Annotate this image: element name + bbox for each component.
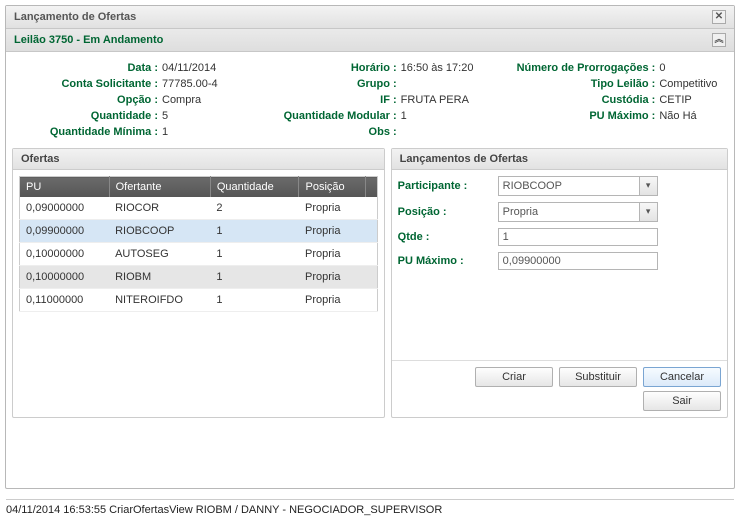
table-row[interactable]: 0,10000000AUTOSEG1Propria (20, 243, 378, 266)
cell-ofertante: AUTOSEG (109, 243, 210, 266)
col-ofertante[interactable]: Ofertante (109, 177, 210, 198)
qtd-modular-value: 1 (401, 110, 407, 122)
participante-value: RIOBCOOP (499, 178, 639, 194)
cell-qtd: 1 (210, 243, 299, 266)
col-pu[interactable]: PU (20, 177, 110, 198)
custodia-value: CETIP (659, 94, 691, 106)
window: Lançamento de Ofertas ✕ Leilão 3750 - Em… (5, 5, 735, 489)
cell-qtd: 2 (210, 197, 299, 220)
cancelar-button[interactable]: Cancelar (643, 367, 721, 387)
details-col-2: Horário :16:50 às 17:20 Grupo : IF :FRUT… (251, 60, 490, 140)
cell-pu: 0,10000000 (20, 266, 110, 289)
cell-pos: Propria (299, 289, 365, 312)
quantidade-value: 5 (162, 110, 168, 122)
subheader: Leilão 3750 - Em Andamento ︽ (6, 29, 734, 52)
cell-qtd: 1 (210, 266, 299, 289)
prorrogacoes-value: 0 (659, 62, 665, 74)
lancamentos-header: Lançamentos de Ofertas (392, 149, 727, 170)
tipo-leilao-label: Tipo Leilão : (489, 78, 659, 90)
ofertas-header: Ofertas (13, 149, 384, 170)
quantidade-label: Quantidade : (12, 110, 162, 122)
data-value: 04/11/2014 (162, 62, 216, 74)
qtd-minima-value: 1 (162, 126, 168, 138)
cell-pu: 0,10000000 (20, 243, 110, 266)
ofertas-panel: Ofertas PU Ofertante Quantidade Posição … (12, 148, 385, 418)
table-row[interactable]: 0,11000000NITEROIFDO1Propria (20, 289, 378, 312)
posicao-value: Propria (499, 204, 639, 220)
custodia-label: Custódia : (489, 94, 659, 106)
sair-button[interactable]: Sair (643, 391, 721, 411)
if-value: FRUTA PERA (401, 94, 469, 106)
table-row[interactable]: 0,10000000RIOBM1Propria (20, 266, 378, 289)
cell-ofertante: NITEROIFDO (109, 289, 210, 312)
details-col-3: Número de Prorrogações :0 Tipo Leilão :C… (489, 60, 728, 140)
col-quantidade[interactable]: Quantidade (210, 177, 299, 198)
pu-maximo-form-label: PU Máximo : (398, 255, 498, 267)
cell-ofertante: RIOBM (109, 266, 210, 289)
table-row[interactable]: 0,09000000RIOCOR2Propria (20, 197, 378, 220)
cell-pos: Propria (299, 220, 365, 243)
details-col-1: Data :04/11/2014 Conta Solicitante :7778… (12, 60, 251, 140)
button-bar: Criar Substituir Cancelar Sair (392, 360, 727, 417)
cell-qtd: 1 (210, 220, 299, 243)
qtde-label: Qtde : (398, 231, 498, 243)
substituir-button[interactable]: Substituir (559, 367, 637, 387)
cell-ofertante: RIOCOR (109, 197, 210, 220)
if-label: IF : (251, 94, 401, 106)
pu-maximo-label: PU Máximo : (489, 110, 659, 122)
statusbar: 04/11/2014 16:53:55 CriarOfertasView RIO… (6, 499, 734, 516)
cell-pos: Propria (299, 243, 365, 266)
grupo-label: Grupo : (251, 78, 401, 90)
cell-pu: 0,09000000 (20, 197, 110, 220)
conta-label: Conta Solicitante : (12, 78, 162, 90)
panels: Ofertas PU Ofertante Quantidade Posição … (6, 142, 734, 418)
obs-label: Obs : (251, 126, 401, 138)
horario-label: Horário : (251, 62, 401, 74)
participante-label: Participante : (398, 180, 498, 192)
qtde-input[interactable] (498, 228, 658, 246)
tipo-leilao-value: Competitivo (659, 78, 717, 90)
chevron-down-icon[interactable]: ▾ (639, 203, 657, 221)
col-spacer (365, 177, 377, 198)
lancamentos-body: Participante : RIOBCOOP ▾ Posição : Prop… (392, 170, 727, 360)
collapse-icon[interactable]: ︽ (712, 33, 726, 47)
cell-spacer (365, 197, 377, 220)
cell-spacer (365, 266, 377, 289)
pu-maximo-value: Não Há (659, 110, 696, 122)
data-label: Data : (12, 62, 162, 74)
opcao-label: Opção : (12, 94, 162, 106)
cell-spacer (365, 220, 377, 243)
cell-spacer (365, 243, 377, 266)
cell-qtd: 1 (210, 289, 299, 312)
qtd-modular-label: Quantidade Modular : (251, 110, 401, 122)
prorrogacoes-label: Número de Prorrogações : (489, 62, 659, 74)
close-icon[interactable]: ✕ (712, 10, 726, 24)
posicao-combo[interactable]: Propria ▾ (498, 202, 658, 222)
cell-spacer (365, 289, 377, 312)
cell-ofertante: RIOBCOOP (109, 220, 210, 243)
cell-pu: 0,11000000 (20, 289, 110, 312)
ofertas-body: PU Ofertante Quantidade Posição 0,090000… (13, 170, 384, 417)
criar-button[interactable]: Criar (475, 367, 553, 387)
ofertas-grid[interactable]: PU Ofertante Quantidade Posição 0,090000… (19, 176, 378, 312)
posicao-label: Posição : (398, 206, 498, 218)
horario-value: 16:50 às 17:20 (401, 62, 474, 74)
pu-maximo-input[interactable] (498, 252, 658, 270)
qtd-minima-label: Quantidade Mínima : (12, 126, 162, 138)
subheader-text: Leilão 3750 - Em Andamento (14, 34, 163, 46)
titlebar: Lançamento de Ofertas ✕ (6, 6, 734, 29)
col-posicao[interactable]: Posição (299, 177, 365, 198)
cell-pos: Propria (299, 197, 365, 220)
participante-combo[interactable]: RIOBCOOP ▾ (498, 176, 658, 196)
lancamentos-panel: Lançamentos de Ofertas Participante : RI… (391, 148, 728, 418)
chevron-down-icon[interactable]: ▾ (639, 177, 657, 195)
cell-pos: Propria (299, 266, 365, 289)
table-row[interactable]: 0,09900000RIOBCOOP1Propria (20, 220, 378, 243)
details-panel: Data :04/11/2014 Conta Solicitante :7778… (6, 52, 734, 142)
conta-value: 77785.00-4 (162, 78, 218, 90)
opcao-value: Compra (162, 94, 201, 106)
window-title: Lançamento de Ofertas (14, 11, 136, 23)
cell-pu: 0,09900000 (20, 220, 110, 243)
